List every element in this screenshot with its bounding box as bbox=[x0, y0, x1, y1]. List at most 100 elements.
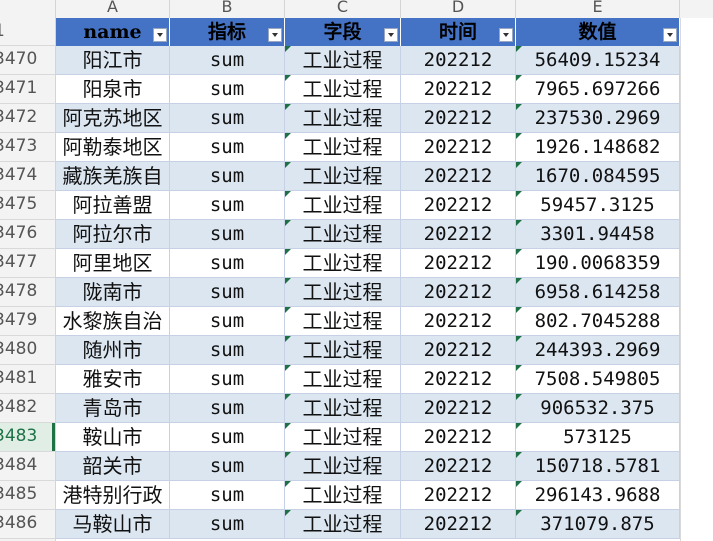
cell-time[interactable]: 202212 bbox=[401, 46, 516, 75]
cell-name[interactable]: 阳江市 bbox=[56, 46, 170, 75]
cell-time[interactable]: 202212 bbox=[401, 220, 516, 249]
cell-name[interactable]: 阿拉尔市 bbox=[56, 220, 170, 249]
cell-field[interactable]: 工业过程 bbox=[285, 191, 401, 220]
cell-field[interactable]: 工业过程 bbox=[285, 46, 401, 75]
row-header-number[interactable]: 3486 bbox=[0, 510, 55, 539]
select-all-corner[interactable] bbox=[0, 0, 56, 18]
cell-name[interactable]: 藏族羌族自 bbox=[56, 162, 170, 191]
cell-time[interactable]: 202212 bbox=[401, 133, 516, 162]
cell-field[interactable]: 工业过程 bbox=[285, 394, 401, 423]
cell-time[interactable]: 202212 bbox=[401, 249, 516, 278]
cell-value[interactable]: 7965.697266 bbox=[516, 75, 680, 104]
column-header-e[interactable]: E bbox=[516, 0, 680, 18]
cell-indicator[interactable]: sum bbox=[170, 307, 285, 336]
cell-value[interactable]: 371079.875 bbox=[516, 510, 680, 539]
cell-field[interactable]: 工业过程 bbox=[285, 162, 401, 191]
cell-indicator[interactable]: sum bbox=[170, 394, 285, 423]
cell-field[interactable]: 工业过程 bbox=[285, 423, 401, 452]
filter-dropdown-icon[interactable] bbox=[663, 28, 677, 42]
column-header-d[interactable]: D bbox=[401, 0, 516, 18]
row-header-number[interactable]: 3474 bbox=[0, 162, 55, 191]
cell-name[interactable]: 港特别行政 bbox=[56, 481, 170, 510]
cell-name[interactable]: 阿里地区 bbox=[56, 249, 170, 278]
cell-time[interactable]: 202212 bbox=[401, 481, 516, 510]
cell-time[interactable]: 202212 bbox=[401, 162, 516, 191]
cell-time[interactable]: 202212 bbox=[401, 307, 516, 336]
cell-field[interactable]: 工业过程 bbox=[285, 365, 401, 394]
cell-name[interactable]: 水黎族自治 bbox=[56, 307, 170, 336]
row-header-number[interactable]: 3475 bbox=[0, 191, 55, 220]
cell-time[interactable]: 202212 bbox=[401, 278, 516, 307]
row-header-1[interactable]: 1 bbox=[0, 18, 55, 46]
cell-indicator[interactable]: sum bbox=[170, 191, 285, 220]
cell-indicator[interactable]: sum bbox=[170, 452, 285, 481]
cell-name[interactable]: 雅安市 bbox=[56, 365, 170, 394]
cell-name[interactable]: 阿拉善盟 bbox=[56, 191, 170, 220]
row-header-number[interactable]: 3470 bbox=[0, 46, 55, 75]
header-cell-indicator[interactable]: 指标 bbox=[170, 18, 285, 46]
cell-indicator[interactable]: sum bbox=[170, 133, 285, 162]
cell-value[interactable]: 1926.148682 bbox=[516, 133, 680, 162]
row-header-number[interactable]: 3482 bbox=[0, 394, 55, 423]
cell-value[interactable]: 150718.5781 bbox=[516, 452, 680, 481]
cell-field[interactable]: 工业过程 bbox=[285, 75, 401, 104]
cell-value[interactable]: 296143.9688 bbox=[516, 481, 680, 510]
column-header-b[interactable]: B bbox=[170, 0, 285, 18]
cell-value[interactable]: 237530.2969 bbox=[516, 104, 680, 133]
cell-field[interactable]: 工业过程 bbox=[285, 278, 401, 307]
cell-field[interactable]: 工业过程 bbox=[285, 452, 401, 481]
cell-value[interactable]: 3301.94458 bbox=[516, 220, 680, 249]
cell-field[interactable]: 工业过程 bbox=[285, 307, 401, 336]
filter-dropdown-icon[interactable] bbox=[153, 28, 167, 42]
cell-time[interactable]: 202212 bbox=[401, 365, 516, 394]
cell-field[interactable]: 工业过程 bbox=[285, 336, 401, 365]
column-header-a[interactable]: A bbox=[56, 0, 170, 18]
row-header-number[interactable]: 3478 bbox=[0, 278, 55, 307]
empty-grid-area[interactable] bbox=[680, 18, 713, 541]
filter-dropdown-icon[interactable] bbox=[384, 28, 398, 42]
cell-indicator[interactable]: sum bbox=[170, 481, 285, 510]
column-header-c[interactable]: C bbox=[285, 0, 401, 18]
cell-time[interactable]: 202212 bbox=[401, 510, 516, 539]
cell-name[interactable]: 阳泉市 bbox=[56, 75, 170, 104]
cell-value[interactable]: 802.7045288 bbox=[516, 307, 680, 336]
cell-name[interactable]: 青岛市 bbox=[56, 394, 170, 423]
cell-time[interactable]: 202212 bbox=[401, 394, 516, 423]
row-header-number[interactable]: 3476 bbox=[0, 220, 55, 249]
cell-time[interactable]: 202212 bbox=[401, 423, 516, 452]
cell-indicator[interactable]: sum bbox=[170, 423, 285, 452]
cell-field[interactable]: 工业过程 bbox=[285, 481, 401, 510]
cell-indicator[interactable]: sum bbox=[170, 278, 285, 307]
cell-time[interactable]: 202212 bbox=[401, 452, 516, 481]
cell-value[interactable]: 59457.3125 bbox=[516, 191, 680, 220]
cell-value[interactable]: 1670.084595 bbox=[516, 162, 680, 191]
cell-time[interactable]: 202212 bbox=[401, 191, 516, 220]
cell-indicator[interactable]: sum bbox=[170, 220, 285, 249]
cell-name[interactable]: 阿勒泰地区 bbox=[56, 133, 170, 162]
row-header-number[interactable]: 3477 bbox=[0, 249, 55, 278]
row-header-number[interactable]: 3472 bbox=[0, 104, 55, 133]
header-cell-value[interactable]: 数值 bbox=[516, 18, 680, 46]
row-header-number[interactable]: 3483 bbox=[0, 423, 55, 452]
row-header-number[interactable]: 3480 bbox=[0, 336, 55, 365]
cell-value[interactable]: 906532.375 bbox=[516, 394, 680, 423]
cell-indicator[interactable]: sum bbox=[170, 104, 285, 133]
cell-field[interactable]: 工业过程 bbox=[285, 220, 401, 249]
filter-dropdown-icon[interactable] bbox=[499, 28, 513, 42]
cell-name[interactable]: 韶关市 bbox=[56, 452, 170, 481]
cell-time[interactable]: 202212 bbox=[401, 104, 516, 133]
cell-field[interactable]: 工业过程 bbox=[285, 133, 401, 162]
row-header-number[interactable]: 3479 bbox=[0, 307, 55, 336]
cell-indicator[interactable]: sum bbox=[170, 162, 285, 191]
cell-time[interactable]: 202212 bbox=[401, 75, 516, 104]
cell-name[interactable]: 陇南市 bbox=[56, 278, 170, 307]
row-header-number[interactable]: 3471 bbox=[0, 75, 55, 104]
cell-value[interactable]: 573125 bbox=[516, 423, 680, 452]
cell-indicator[interactable]: sum bbox=[170, 249, 285, 278]
filter-dropdown-icon[interactable] bbox=[268, 28, 282, 42]
row-header-number[interactable]: 3481 bbox=[0, 365, 55, 394]
cell-value[interactable]: 6958.614258 bbox=[516, 278, 680, 307]
cell-value[interactable]: 244393.2969 bbox=[516, 336, 680, 365]
row-header-number[interactable]: 3473 bbox=[0, 133, 55, 162]
cell-field[interactable]: 工业过程 bbox=[285, 249, 401, 278]
